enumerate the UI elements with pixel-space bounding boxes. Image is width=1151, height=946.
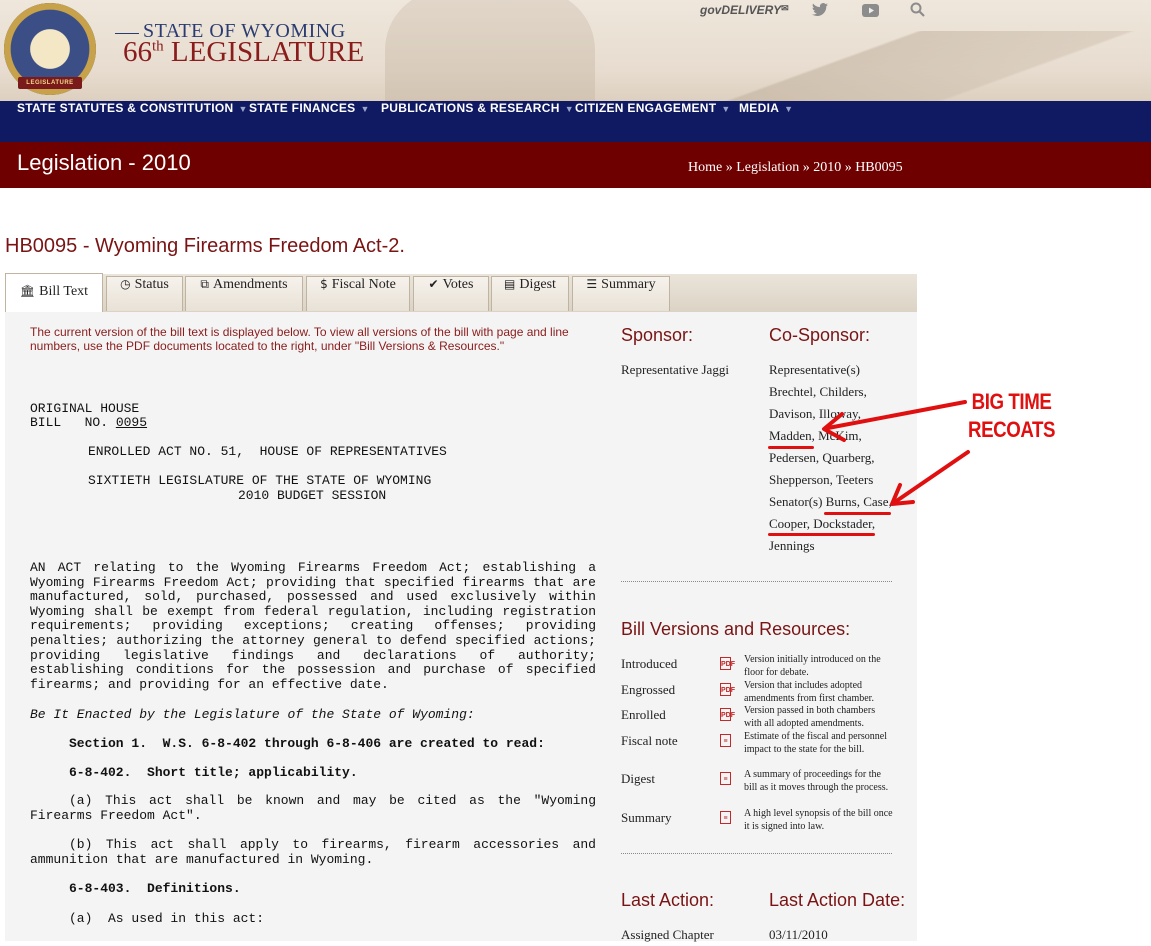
bill-header-origin: ORIGINAL HOUSE (30, 401, 140, 416)
tab-strip: 🏛 Bill Text ◷ Status ⧉ Amendments $ Fiscal N… (5, 273, 917, 313)
enrolled-act-line: ENROLLED ACT NO. 51, HOUSE OF REPRESENTA… (88, 444, 447, 459)
bill-number-line: BILL NO. 0095 (30, 415, 148, 430)
last-action-heading: Last Action: (621, 890, 715, 910)
site-header: LEGISLATURE STATE OF WYOMING 66th LEGISL… (0, 0, 1151, 101)
page-title-bar: Legislation - 2010 Home » Legislation » … (0, 142, 1151, 188)
versions-heading: Bill Versions and Resources: (621, 619, 851, 639)
divider (621, 581, 892, 582)
nav-item-publications[interactable]: PUBLICATIONS & RESEARCH ▼ (381, 101, 574, 142)
act-paragraph: AN ACT relating to the Wyoming Firearms … (30, 560, 596, 692)
last-action-date-value: 03/11/2010 (769, 927, 828, 942)
version-desc: Version that includes adopted amendments… (744, 680, 874, 704)
document-icon[interactable]: ≡ (720, 772, 731, 785)
tab-amendments[interactable]: ⧉ Amendments (185, 276, 303, 311)
mountain-background (631, 31, 1151, 101)
clock-icon: ◷ (120, 277, 131, 291)
section-402a: (a) This act shall be known and may be c… (30, 793, 596, 823)
main-navigation: STATE STATUTES & CONSTITUTION ▼ STATE FIN… (0, 101, 1151, 142)
tab-bill-text[interactable]: 🏛 Bill Text (5, 273, 103, 312)
version-desc: Estimate of the fiscal and personnel imp… (744, 731, 888, 755)
nav-item-citizen[interactable]: CITIZEN ENGAGEMENT ▼ (575, 101, 731, 142)
cosponsor-line: Representative(s) (769, 362, 860, 377)
search-icon[interactable] (910, 2, 925, 21)
list-icon: ☰ (586, 277, 598, 291)
nav-item-statutes[interactable]: STATE STATUTES & CONSTITUTION ▼ (17, 101, 248, 142)
tab-summary[interactable]: ☰ Summary (572, 276, 670, 311)
tab-digest[interactable]: ▤ Digest (491, 276, 569, 311)
chevron-down-icon: ▼ (721, 104, 731, 114)
legislature-title[interactable]: 66th LEGISLATURE (123, 36, 364, 69)
annotation-line: BIG TIME (971, 389, 1052, 414)
version-label-digest: Digest (621, 771, 655, 786)
pdf-icon[interactable]: PDF (720, 657, 735, 670)
section-402-heading: 6-8-402. Short title; applicability. (69, 765, 358, 780)
seal-ribbon: LEGISLATURE (18, 77, 82, 89)
version-desc: Version initially introduced on the floo… (744, 654, 881, 678)
cosponsor-line: Cooper, Dockstader, (769, 516, 876, 531)
state-seal-logo[interactable]: LEGISLATURE (4, 3, 96, 95)
enacting-clause: Be It Enacted by the Legislature of the … (30, 707, 475, 722)
divider (621, 853, 892, 854)
section-402b: (b) This act shall apply to firearms, fi… (30, 837, 596, 867)
version-desc: A high level synopsis of the bill once i… (744, 808, 893, 832)
tab-votes[interactable]: ✔ Votes (413, 276, 489, 311)
tab-status[interactable]: ◷ Status (106, 276, 183, 311)
youtube-icon[interactable] (862, 2, 879, 21)
pdf-icon[interactable]: PDF (720, 683, 735, 696)
chevron-down-icon: ▼ (784, 104, 794, 114)
version-label-fiscal-note: Fiscal note (621, 733, 678, 748)
nav-item-finances[interactable]: STATE FINANCES ▼ (249, 101, 370, 142)
version-label-engrossed: Engrossed (621, 682, 676, 697)
annotation-underline (768, 533, 875, 536)
last-action-value: Assigned Chapter (621, 927, 714, 942)
last-action-date-heading: Last Action Date: (769, 890, 906, 910)
govdelivery-link[interactable]: govDELIVERY✉ (700, 3, 789, 17)
version-label-summary: Summary (621, 810, 672, 825)
sponsor-name: Representative Jaggi (621, 362, 729, 377)
copy-icon: ⧉ (200, 277, 209, 291)
breadcrumb[interactable]: Home » Legislation » 2010 » HB0095 (688, 160, 903, 176)
version-label-introduced: Introduced (621, 656, 678, 671)
bill-title: HB0095 - Wyoming Firearms Freedom Act-2. (5, 235, 405, 257)
capitol-dome-background (385, 0, 595, 101)
dollar-icon: $ (320, 277, 328, 291)
version-label-enrolled: Enrolled (621, 707, 666, 722)
cosponsor-heading: Co-Sponsor: (769, 325, 871, 345)
twitter-icon[interactable] (812, 2, 828, 21)
legislature-line: SIXTIETH LEGISLATURE OF THE STATE OF WYO… (88, 473, 432, 488)
sponsor-heading: Sponsor: (621, 325, 694, 345)
section-403-heading: 6-8-403. Definitions. (69, 881, 241, 896)
chevron-down-icon: ▼ (360, 104, 370, 114)
page-title: Legislation - 2010 (17, 150, 191, 175)
annotation-arrows (822, 400, 970, 506)
pdf-icon[interactable]: PDF (720, 708, 735, 721)
version-desc: Version passed in both chambers with all… (744, 705, 876, 729)
document-icon: ▤ (504, 277, 516, 291)
cosponsor-line: Jennings (769, 538, 815, 553)
bank-icon: 🏛 (19, 284, 36, 298)
session-line: 2010 BUDGET SESSION (238, 488, 387, 503)
version-desc: A summary of proceedings for the bill as… (744, 769, 889, 793)
section-1: Section 1. W.S. 6-8-402 through 6-8-406 … (69, 736, 545, 751)
section-403a: (a) As used in this act: (69, 911, 265, 926)
check-icon: ✔ (428, 277, 439, 291)
chevron-down-icon: ▼ (238, 104, 248, 114)
nav-item-media[interactable]: MEDIA ▼ (739, 101, 793, 142)
chevron-down-icon: ▼ (564, 104, 574, 114)
document-icon[interactable]: ≡ (720, 811, 731, 824)
document-icon[interactable]: ≡ (720, 734, 731, 747)
annotation-line: RECOATS (968, 417, 1056, 442)
tab-fiscal-note[interactable]: $ Fiscal Note (306, 276, 410, 311)
bill-number-link[interactable]: 0095 (116, 415, 147, 430)
bill-text-notice: The current version of the bill text is … (30, 325, 569, 353)
annotation-text: BIG TIME RECOATS (968, 388, 1055, 444)
